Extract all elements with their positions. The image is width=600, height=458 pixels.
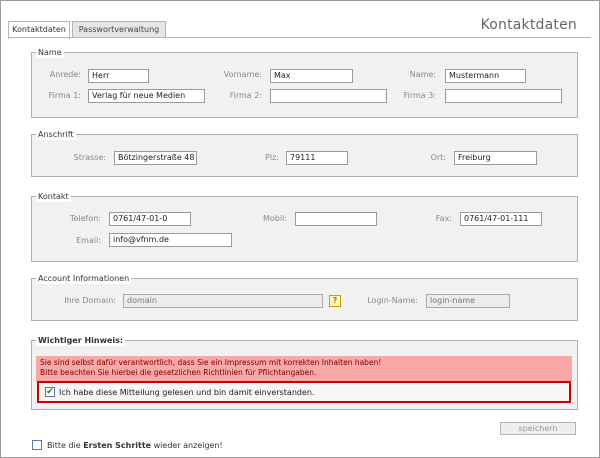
plz-field[interactable]: 79111 (286, 151, 348, 165)
firma2-label: Firma 2: (229, 91, 262, 100)
tab-divider (8, 37, 591, 38)
name-field[interactable]: Mustermann (445, 69, 526, 83)
firma1-label: Firma 1: (48, 91, 81, 100)
account-legend: Account Informationen (36, 273, 132, 284)
contact-panel: Kontaktdaten Passwortverwaltung Kontakt d… (0, 0, 600, 458)
anrede-label: Anrede: (49, 70, 81, 79)
tab-passwortverwaltung[interactable]: Passwortverwaltung (72, 21, 166, 38)
fax-label: Fax: (435, 214, 452, 223)
warning-line-2: Bitte beachten Sie hierbei die gesetzlic… (40, 368, 317, 377)
firma3-label: Firma 3: (403, 91, 436, 100)
plz-label: Plz: (265, 153, 279, 162)
hinweis-legend: Wichtiger Hinweis: (36, 335, 126, 346)
domain-field: domain (123, 294, 323, 308)
checkmark-icon: ✔ (46, 387, 54, 397)
first-steps-checkbox[interactable] (32, 440, 42, 450)
vorname-field[interactable]: Max (270, 69, 353, 83)
first-steps-label[interactable]: Bitte die Ersten Schritte wieder anzeige… (47, 440, 223, 451)
save-button[interactable]: speichern (500, 422, 576, 435)
login-label: Login-Name: (367, 296, 418, 305)
name-label: Name: (409, 70, 436, 79)
confirm-checkbox[interactable]: ✔ (45, 387, 55, 397)
anrede-field[interactable]: Herr (88, 69, 149, 83)
first-steps-text-after: wieder anzeigen! (151, 441, 223, 450)
confirm-label[interactable]: Ich habe diese Mitteilung gelesen und bi… (59, 387, 315, 398)
warning-banner: Sie sind selbst dafür verantwortlich, da… (36, 356, 572, 382)
login-field: login-name (426, 294, 510, 308)
warning-line-1: Sie sind selbst dafür verantwortlich, da… (40, 358, 382, 367)
vorname-label: Vorname: (223, 70, 262, 79)
anschrift-legend: Anschrift (36, 129, 76, 140)
telefon-label: Telefon: (69, 214, 101, 223)
mobil-field[interactable] (295, 212, 377, 226)
help-icon[interactable]: ? (329, 295, 341, 307)
kontakt-legend: Kontakt (36, 191, 71, 202)
ort-label: Ort: (430, 153, 446, 162)
first-steps-text-before: Bitte die (47, 441, 84, 450)
page-title: Kontaktdaten (480, 17, 577, 33)
firma2-field[interactable] (270, 89, 387, 103)
kontakt-section: Kontakt (31, 191, 578, 262)
telefon-field[interactable]: 0761/47-01-0 (109, 212, 191, 226)
firma1-field[interactable]: Verlag für neue Medien (88, 89, 205, 103)
domain-label: Ihre Domain: (64, 296, 116, 305)
strasse-label: Strasse: (73, 153, 106, 162)
name-legend: Name (36, 47, 64, 58)
firma3-field[interactable] (445, 89, 562, 103)
ort-field[interactable]: Freiburg (454, 151, 537, 165)
mobil-label: Mobil: (262, 214, 287, 223)
strasse-field[interactable]: Bötzingerstraße 48 (114, 151, 197, 165)
first-steps-link-text: Ersten Schritte (83, 441, 152, 450)
email-field[interactable]: info@vfnm.de (109, 233, 232, 247)
confirm-box: ✔ Ich habe diese Mitteilung gelesen und … (37, 381, 571, 403)
fax-field[interactable]: 0761/47-01-111 (460, 212, 542, 226)
email-label: Email: (76, 236, 101, 245)
name-section: Name (31, 47, 578, 118)
